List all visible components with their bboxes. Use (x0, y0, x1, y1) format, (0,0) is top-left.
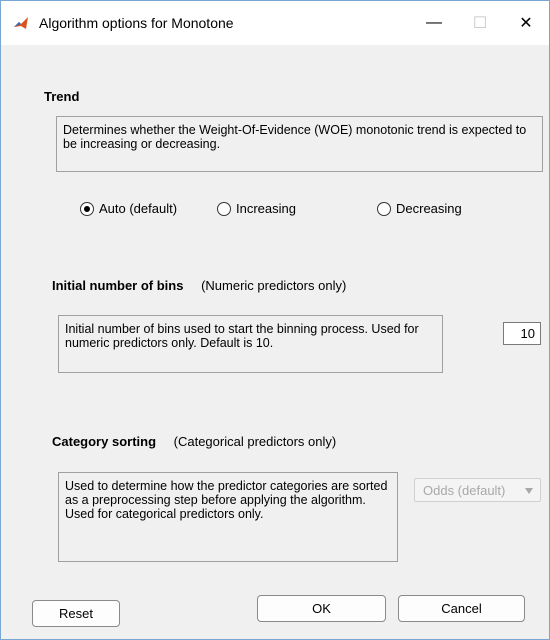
initial-bins-input[interactable]: 10 (503, 322, 541, 345)
maximize-button[interactable]: ☐ (457, 1, 503, 45)
radio-decreasing-label: Decreasing (396, 201, 462, 216)
category-sorting-dropdown[interactable]: Odds (default) (414, 478, 541, 502)
radio-auto-label: Auto (default) (99, 201, 178, 216)
dialog-window: Algorithm options for Monotone — ☐ ✕ Tre… (0, 0, 550, 640)
radio-button[interactable] (377, 201, 391, 216)
radio-increasing[interactable]: Increasing (217, 201, 296, 216)
cancel-button[interactable]: Cancel (398, 595, 525, 622)
ok-button[interactable]: OK (257, 595, 386, 622)
initial-bins-description: Initial number of bins used to start the… (58, 315, 443, 373)
radio-decreasing[interactable]: Decreasing (377, 201, 462, 216)
window-title: Algorithm options for Monotone (39, 15, 234, 31)
radio-button[interactable] (217, 201, 231, 216)
initial-bins-heading: Initial number of bins (Numeric predicto… (52, 278, 346, 293)
dropdown-value: Odds (default) (423, 482, 506, 498)
chevron-down-icon (525, 488, 533, 494)
matlab-icon (14, 17, 28, 29)
minimize-button[interactable]: — (411, 1, 457, 45)
reset-button[interactable]: Reset (32, 600, 120, 627)
radio-increasing-label: Increasing (236, 201, 296, 216)
initial-bins-note: (Numeric predictors only) (201, 278, 347, 293)
trend-description: Determines whether the Weight-Of-Evidenc… (56, 116, 543, 172)
title-bar[interactable]: Algorithm options for Monotone — ☐ ✕ (1, 1, 549, 45)
close-button[interactable]: ✕ (503, 1, 549, 45)
initial-bins-title: Initial number of bins (52, 278, 184, 293)
category-sorting-note: (Categorical predictors only) (173, 434, 337, 449)
category-sorting-description: Used to determine how the predictor cate… (58, 472, 398, 562)
radio-auto[interactable]: Auto (default) (80, 201, 177, 216)
category-sorting-heading: Category sorting (Categorical predictors… (52, 434, 336, 449)
radio-button-selected[interactable] (80, 201, 94, 216)
trend-heading: Trend (44, 89, 80, 104)
category-sorting-title: Category sorting (52, 434, 157, 449)
